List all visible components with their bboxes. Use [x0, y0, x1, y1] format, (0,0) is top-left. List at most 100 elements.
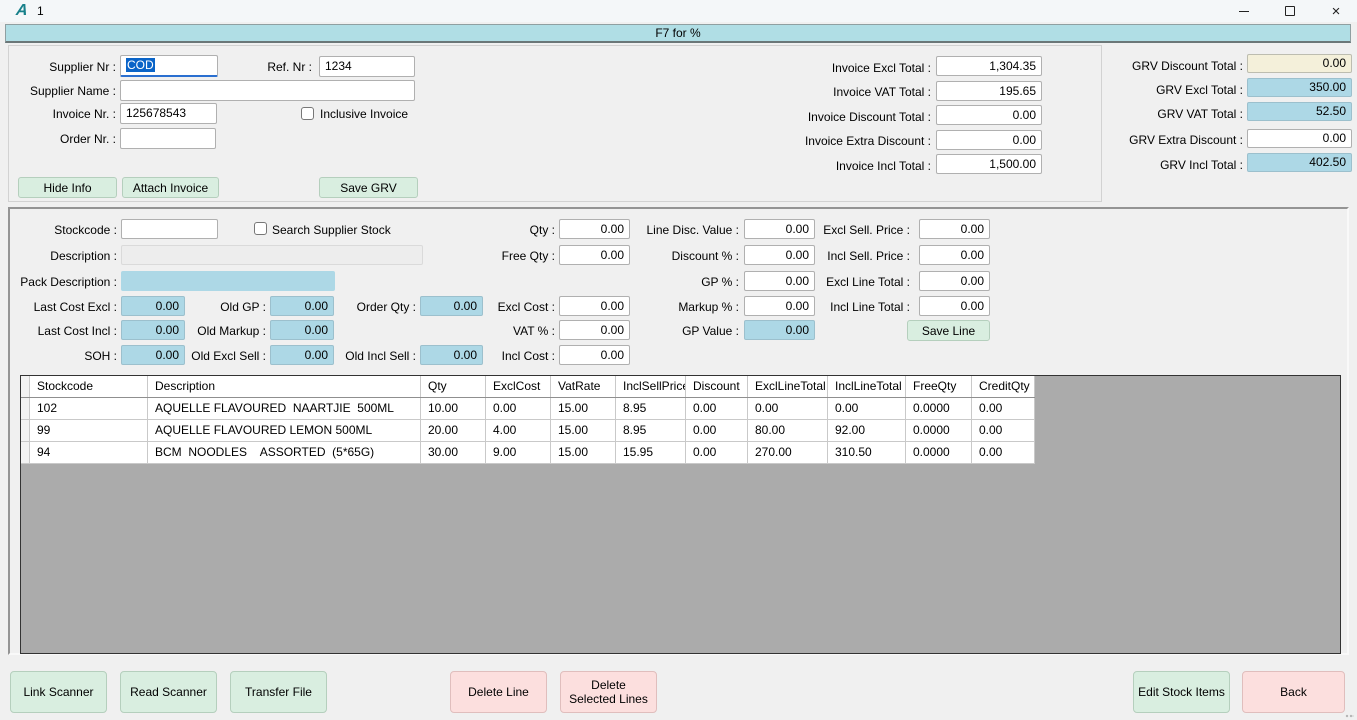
grv-extra-discount-input[interactable]: 0.00 — [1247, 129, 1352, 148]
table-cell[interactable]: 0.00 — [972, 420, 1035, 441]
grv-incl-total-field: 402.50 — [1247, 153, 1352, 172]
column-header[interactable]: FreeQty — [906, 376, 972, 397]
row-selector-cell[interactable] — [21, 398, 30, 419]
table-cell[interactable]: AQUELLE FLAVOURED LEMON 500ML — [148, 420, 421, 441]
table-cell[interactable]: 99 — [30, 420, 148, 441]
incl-cost-input[interactable]: 0.00 — [559, 345, 630, 365]
restore-icon — [1285, 6, 1295, 16]
invoice-incl-total-input[interactable]: 1,500.00 — [936, 154, 1042, 174]
table-row[interactable]: 102AQUELLE FLAVOURED NAARTJIE 500ML10.00… — [21, 398, 1035, 420]
ref-nr-input[interactable]: 1234 — [319, 56, 415, 77]
free-qty-input[interactable]: 0.00 — [559, 245, 630, 265]
table-cell[interactable]: AQUELLE FLAVOURED NAARTJIE 500ML — [148, 398, 421, 419]
column-header[interactable]: VatRate — [551, 376, 616, 397]
restore-button[interactable] — [1273, 0, 1307, 22]
table-cell[interactable]: 30.00 — [421, 442, 486, 463]
order-nr-input[interactable] — [120, 128, 216, 149]
table-cell[interactable]: 310.50 — [828, 442, 906, 463]
save-line-button[interactable]: Save Line — [907, 320, 990, 341]
table-cell[interactable]: 10.00 — [421, 398, 486, 419]
table-cell[interactable]: 94 — [30, 442, 148, 463]
row-selector-cell[interactable] — [21, 442, 30, 463]
grv-lines-grid[interactable]: StockcodeDescriptionQtyExclCostVatRateIn… — [20, 375, 1341, 654]
minimize-button[interactable] — [1227, 0, 1261, 22]
grid-header: StockcodeDescriptionQtyExclCostVatRateIn… — [21, 376, 1340, 398]
invoice-discount-total-input[interactable]: 0.00 — [936, 105, 1042, 125]
last-cost-excl-label: Last Cost Excl : — [22, 297, 117, 317]
table-cell[interactable]: 0.00 — [748, 398, 828, 419]
invoice-excl-total-input[interactable]: 1,304.35 — [936, 56, 1042, 76]
old-excl-sell-label: Old Excl Sell : — [190, 346, 266, 366]
ref-nr-label: Ref. Nr : — [241, 57, 312, 77]
table-cell[interactable]: 15.95 — [616, 442, 686, 463]
table-cell[interactable]: 15.00 — [551, 442, 616, 463]
close-button[interactable]: × — [1319, 0, 1353, 22]
vat-pct-input[interactable]: 0.00 — [559, 320, 630, 340]
supplier-nr-input[interactable]: COD — [120, 55, 218, 77]
table-cell[interactable]: 80.00 — [748, 420, 828, 441]
supplier-name-input[interactable] — [120, 80, 415, 101]
table-cell[interactable]: 0.00 — [686, 398, 748, 419]
table-cell[interactable]: 0.00 — [972, 442, 1035, 463]
column-header[interactable]: CreditQty — [972, 376, 1035, 397]
table-row[interactable]: 94BCM NOODLES ASSORTED (5*65G)30.009.001… — [21, 442, 1035, 464]
old-gp-label: Old GP : — [190, 297, 266, 317]
grv-excl-total-field: 350.00 — [1247, 78, 1352, 97]
stockcode-input[interactable] — [121, 219, 218, 239]
excl-sell-price-input[interactable]: 0.00 — [919, 219, 990, 239]
table-cell[interactable]: 0.00 — [686, 420, 748, 441]
table-cell[interactable]: BCM NOODLES ASSORTED (5*65G) — [148, 442, 421, 463]
column-header[interactable]: ExclCost — [486, 376, 551, 397]
search-supplier-stock-checkbox[interactable] — [254, 222, 267, 235]
table-cell[interactable]: 20.00 — [421, 420, 486, 441]
table-cell[interactable]: 0.00 — [828, 398, 906, 419]
hide-info-button[interactable]: Hide Info — [18, 177, 117, 198]
column-header[interactable]: Discount — [686, 376, 748, 397]
table-cell[interactable]: 0.00 — [972, 398, 1035, 419]
table-cell[interactable]: 4.00 — [486, 420, 551, 441]
column-header[interactable]: InclLineTotal — [828, 376, 906, 397]
read-scanner-button[interactable]: Read Scanner — [120, 671, 217, 713]
qty-input[interactable]: 0.00 — [559, 219, 630, 239]
table-cell[interactable]: 270.00 — [748, 442, 828, 463]
grv-discount-total-field: 0.00 — [1247, 54, 1352, 73]
resize-grip[interactable] — [1345, 708, 1355, 718]
delete-selected-lines-button[interactable]: Delete Selected Lines — [560, 671, 657, 713]
back-button[interactable]: Back — [1242, 671, 1345, 713]
table-cell[interactable]: 0.00 — [686, 442, 748, 463]
excl-cost-input[interactable]: 0.00 — [559, 296, 630, 316]
incl-sell-price-input[interactable]: 0.00 — [919, 245, 990, 265]
inclusive-invoice-checkbox[interactable] — [301, 107, 314, 120]
table-cell[interactable]: 102 — [30, 398, 148, 419]
table-cell[interactable]: 0.0000 — [906, 420, 972, 441]
table-cell[interactable]: 15.00 — [551, 420, 616, 441]
search-supplier-stock-label: Search Supplier Stock — [272, 220, 391, 240]
table-cell[interactable]: 8.95 — [616, 398, 686, 419]
row-selector-cell[interactable] — [21, 420, 30, 441]
invoice-nr-input[interactable]: 125678543 — [120, 103, 217, 124]
incl-line-total-input[interactable]: 0.00 — [919, 296, 990, 316]
table-cell[interactable]: 9.00 — [486, 442, 551, 463]
table-cell[interactable]: 92.00 — [828, 420, 906, 441]
table-cell[interactable]: 0.0000 — [906, 442, 972, 463]
table-cell[interactable]: 8.95 — [616, 420, 686, 441]
column-header[interactable]: ExclLineTotal — [748, 376, 828, 397]
edit-stock-items-button[interactable]: Edit Stock Items — [1133, 671, 1230, 713]
excl-line-total-input[interactable]: 0.00 — [919, 271, 990, 291]
delete-line-button[interactable]: Delete Line — [450, 671, 547, 713]
column-header[interactable]: Stockcode — [30, 376, 148, 397]
column-header[interactable]: Description — [148, 376, 421, 397]
save-grv-button[interactable]: Save GRV — [319, 177, 418, 198]
column-header[interactable]: InclSellPrice — [616, 376, 686, 397]
table-row[interactable]: 99AQUELLE FLAVOURED LEMON 500ML20.004.00… — [21, 420, 1035, 442]
grid-header-row: StockcodeDescriptionQtyExclCostVatRateIn… — [21, 376, 1035, 398]
table-cell[interactable]: 0.0000 — [906, 398, 972, 419]
link-scanner-button[interactable]: Link Scanner — [10, 671, 107, 713]
invoice-vat-total-input[interactable]: 195.65 — [936, 81, 1042, 101]
transfer-file-button[interactable]: Transfer File — [230, 671, 327, 713]
column-header[interactable]: Qty — [421, 376, 486, 397]
attach-invoice-button[interactable]: Attach Invoice — [122, 177, 219, 198]
invoice-extra-discount-input[interactable]: 0.00 — [936, 130, 1042, 150]
table-cell[interactable]: 0.00 — [486, 398, 551, 419]
table-cell[interactable]: 15.00 — [551, 398, 616, 419]
